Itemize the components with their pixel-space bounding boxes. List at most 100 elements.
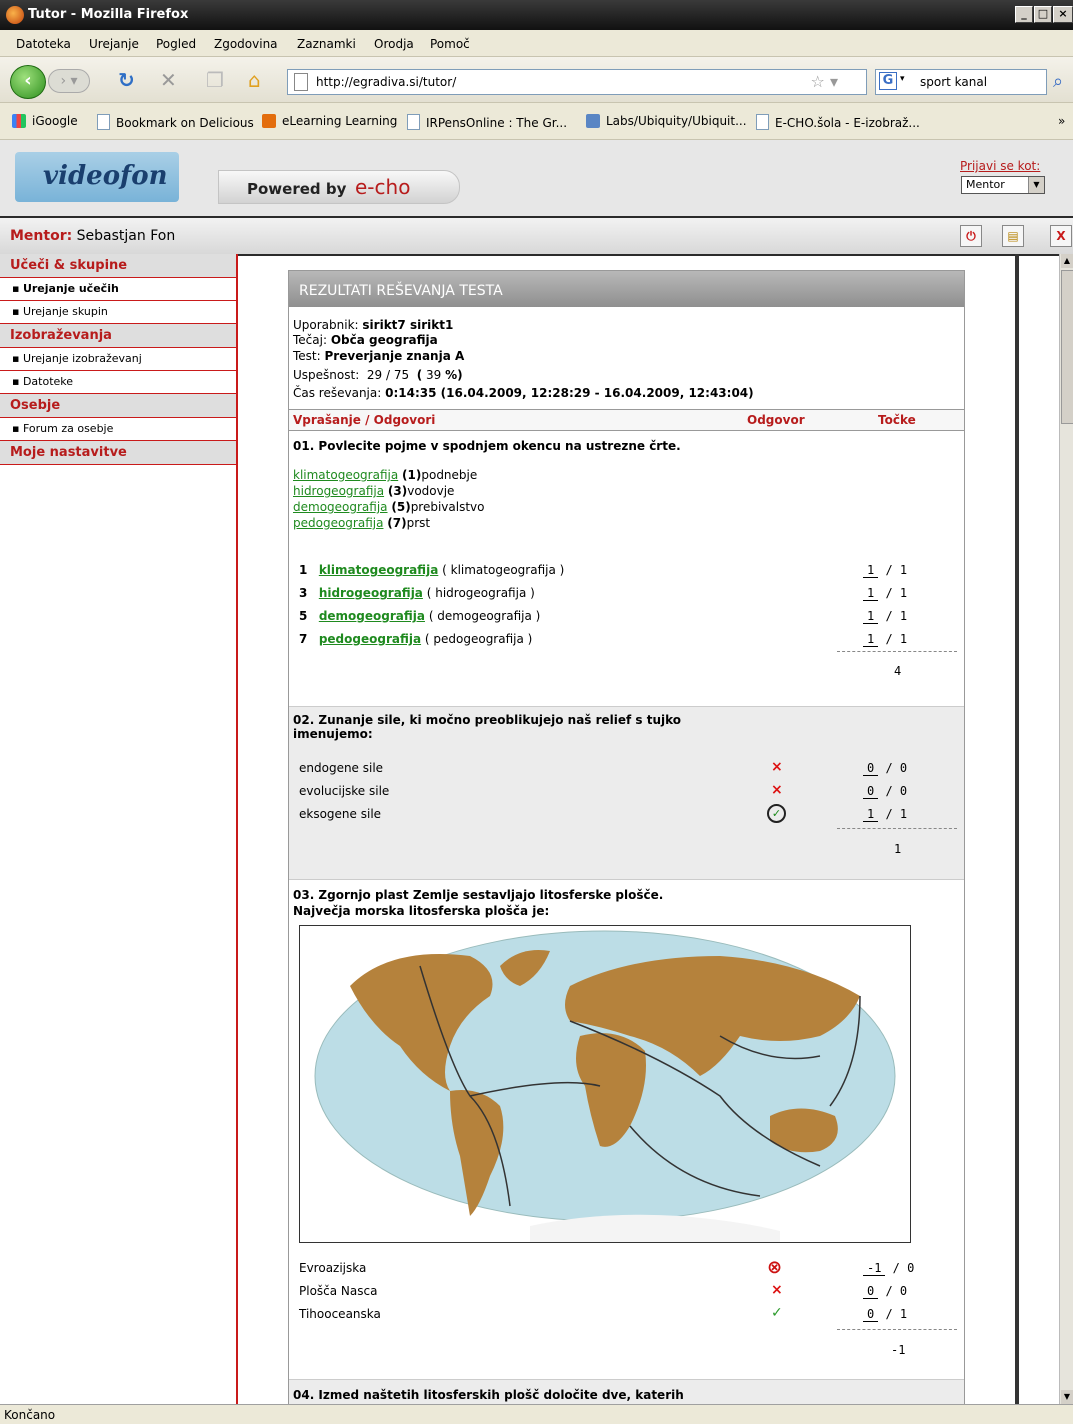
divider: [837, 828, 957, 829]
login-as-label: Prijavi se kot:: [960, 159, 1041, 173]
table-row: 1 klimatogeografija ( klimatogeografija …: [299, 563, 565, 577]
table-row: 7 pedogeografija ( pedogeografija ): [299, 632, 533, 646]
tectonic-plates-map-image: [299, 925, 911, 1243]
firefox-logo-icon: [6, 6, 24, 24]
bookmark-delicious[interactable]: Bookmark on Delicious: [97, 114, 254, 130]
search-icon[interactable]: ⌕: [1053, 71, 1063, 92]
close-window-button[interactable]: ×: [1053, 6, 1073, 23]
results-panel: REZULTATI REŠEVANJA TESTA Uporabnik: sir…: [288, 270, 965, 1405]
menu-edit[interactable]: Urejanje: [89, 37, 139, 51]
mentor-info: Mentor: Sebastjan Fon: [10, 228, 176, 244]
role-select[interactable]: Mentor ▼: [961, 176, 1045, 194]
wrong-x-icon: ×: [771, 759, 783, 775]
page-icon: [407, 114, 420, 130]
menu-help[interactable]: Pomoč: [430, 37, 470, 51]
bookmark-igoogle[interactable]: iGoogle: [12, 114, 78, 128]
sidebar-item-edit-learners[interactable]: ▪ Urejanje učečih: [0, 278, 236, 301]
bookmark-star-icon[interactable]: ☆ ▾: [811, 72, 838, 91]
url-text: http://egradiva.si/tutor/: [316, 75, 457, 89]
window-titlebar: Tutor - Mozilla Firefox _ □ ×: [0, 0, 1073, 30]
sidebar-section-learners[interactable]: Učeči & skupine: [0, 254, 236, 278]
sidebar-item-edit-groups[interactable]: ▪ Urejanje skupin: [0, 301, 236, 324]
labs-icon: [586, 114, 600, 128]
sidebar-section-settings[interactable]: Moje nastavitve: [0, 441, 236, 465]
points-value: 1 / 1: [863, 605, 907, 628]
wrong-x-icon: ×: [771, 1282, 783, 1298]
google-icon[interactable]: G: [879, 72, 897, 90]
close-icon[interactable]: X: [1050, 225, 1072, 247]
search-input[interactable]: G ▾ sport kanal: [875, 69, 1047, 95]
url-bar[interactable]: http://egradiva.si/tutor/ ☆ ▾: [287, 69, 867, 95]
bookmarks-overflow-icon[interactable]: »: [1058, 114, 1065, 128]
col-answer: Odgovor: [747, 413, 805, 427]
menu-history[interactable]: Zgodovina: [214, 37, 278, 51]
scrollbar[interactable]: ▲ ▼: [1059, 254, 1073, 1404]
page-icon: [294, 73, 308, 91]
chevron-down-icon: ▼: [1028, 177, 1044, 193]
forward-button[interactable]: › ▾: [48, 69, 90, 93]
maximize-button[interactable]: □: [1034, 6, 1052, 23]
answer-option: evolucijske sile: [299, 784, 390, 798]
sidebar-section-staff[interactable]: Osebje: [0, 394, 236, 418]
page-icon: [97, 114, 110, 130]
videofon-logo[interactable]: videofon: [15, 152, 179, 202]
menu-file[interactable]: Datoteka: [16, 37, 71, 51]
copy-icon[interactable]: ❐: [206, 69, 224, 91]
points-column: 1 / 1 1 / 1 1 / 1 1 / 1: [863, 559, 907, 651]
points-value: 1 / 1: [863, 628, 907, 651]
logout-icon[interactable]: ⏻: [960, 225, 982, 247]
info-user: Uporabnik: sirikt7 sirikt1: [293, 318, 454, 332]
sidebar-item-files[interactable]: ▪ Datoteke: [0, 371, 236, 394]
question-text-line1: 03. Zgornjo plast Zemlje sestavljajo lit…: [293, 888, 664, 902]
answer-option: Tihooceanska: [299, 1307, 381, 1321]
menu-tools[interactable]: Orodja: [374, 37, 414, 51]
minimize-button[interactable]: _: [1015, 6, 1033, 23]
question-2: 02. Zunanje sile, ki močno preoblikujejo…: [289, 706, 964, 880]
stop-icon[interactable]: ✕: [160, 69, 177, 91]
panel-title: REZULTATI REŠEVANJA TESTA: [289, 271, 964, 307]
elearning-icon: [262, 114, 276, 128]
question-text: 04. Izmed naštetih litosferskih plošč do…: [293, 1388, 684, 1402]
pair-item: demogeografija (5)prebivalstvo: [293, 500, 485, 514]
correct-check-icon: ✓: [771, 1305, 783, 1321]
points-value: 0 / 0: [863, 784, 907, 799]
bookmark-ubiquity[interactable]: Labs/Ubiquity/Ubiquit...: [586, 114, 747, 128]
answer-rows: 1 klimatogeografija ( klimatogeografija …: [299, 559, 564, 651]
scroll-up-icon[interactable]: ▲: [1061, 254, 1073, 268]
menu-bookmarks[interactable]: Zaznamki: [297, 37, 356, 51]
question-1: 01. Povlecite pojme v spodnjem okencu na…: [289, 431, 964, 706]
col-points: Točke: [878, 413, 916, 427]
question-3: 03. Zgornjo plast Zemlje sestavljajo lit…: [289, 879, 964, 1379]
pair-item: klimatogeografija (1)podnebje: [293, 468, 478, 482]
home-icon[interactable]: ⌂: [248, 69, 261, 91]
info-course: Tečaj: Obča geografija: [293, 333, 438, 347]
back-button[interactable]: ‹: [10, 65, 46, 99]
bookmark-echo[interactable]: E-CHO.šola - E-izobraž...: [756, 114, 920, 130]
pair-item: pedogeografija (7)prst: [293, 516, 431, 530]
divider: [837, 651, 957, 652]
divider: [837, 1329, 957, 1330]
question-text-line1: 02. Zunanje sile, ki močno preoblikujejo…: [293, 713, 682, 727]
sidebar-item-edit-courses[interactable]: ▪ Urejanje izobraževanj: [0, 348, 236, 371]
scroll-thumb[interactable]: [1061, 270, 1073, 424]
page-icon: [756, 114, 769, 130]
sidebar-section-courses[interactable]: Izobraževanja: [0, 324, 236, 348]
mentor-bar: Mentor: Sebastjan Fon ⏻ ▤ X: [0, 216, 1073, 256]
bookmark-elearning[interactable]: eLearning Learning: [262, 114, 397, 128]
points-value: -1 / 0: [863, 1261, 914, 1276]
window-title: Tutor - Mozilla Firefox: [28, 7, 189, 22]
igoogle-icon: [12, 114, 26, 128]
points-value: 0 / 1: [863, 1307, 907, 1322]
menu-view[interactable]: Pogled: [156, 37, 196, 51]
sidebar: Učeči & skupine ▪ Urejanje učečih ▪ Urej…: [0, 254, 238, 1404]
correct-circle-check-icon: ✓: [767, 804, 786, 823]
search-engine-dropdown-icon[interactable]: ▾: [900, 74, 905, 84]
reload-icon[interactable]: ↻: [118, 69, 135, 91]
bookmark-irpens[interactable]: IRPensOnline : The Gr...: [407, 114, 567, 130]
echo-logo: e-cho: [355, 175, 411, 199]
profile-card-icon[interactable]: ▤: [1002, 225, 1024, 247]
sidebar-item-staff-forum[interactable]: ▪ Forum za osebje: [0, 418, 236, 441]
bookmarks-toolbar: iGoogle Bookmark on Delicious eLearning …: [0, 103, 1073, 140]
scroll-down-icon[interactable]: ▼: [1061, 1390, 1073, 1404]
powered-label: Powered by: [247, 180, 347, 198]
